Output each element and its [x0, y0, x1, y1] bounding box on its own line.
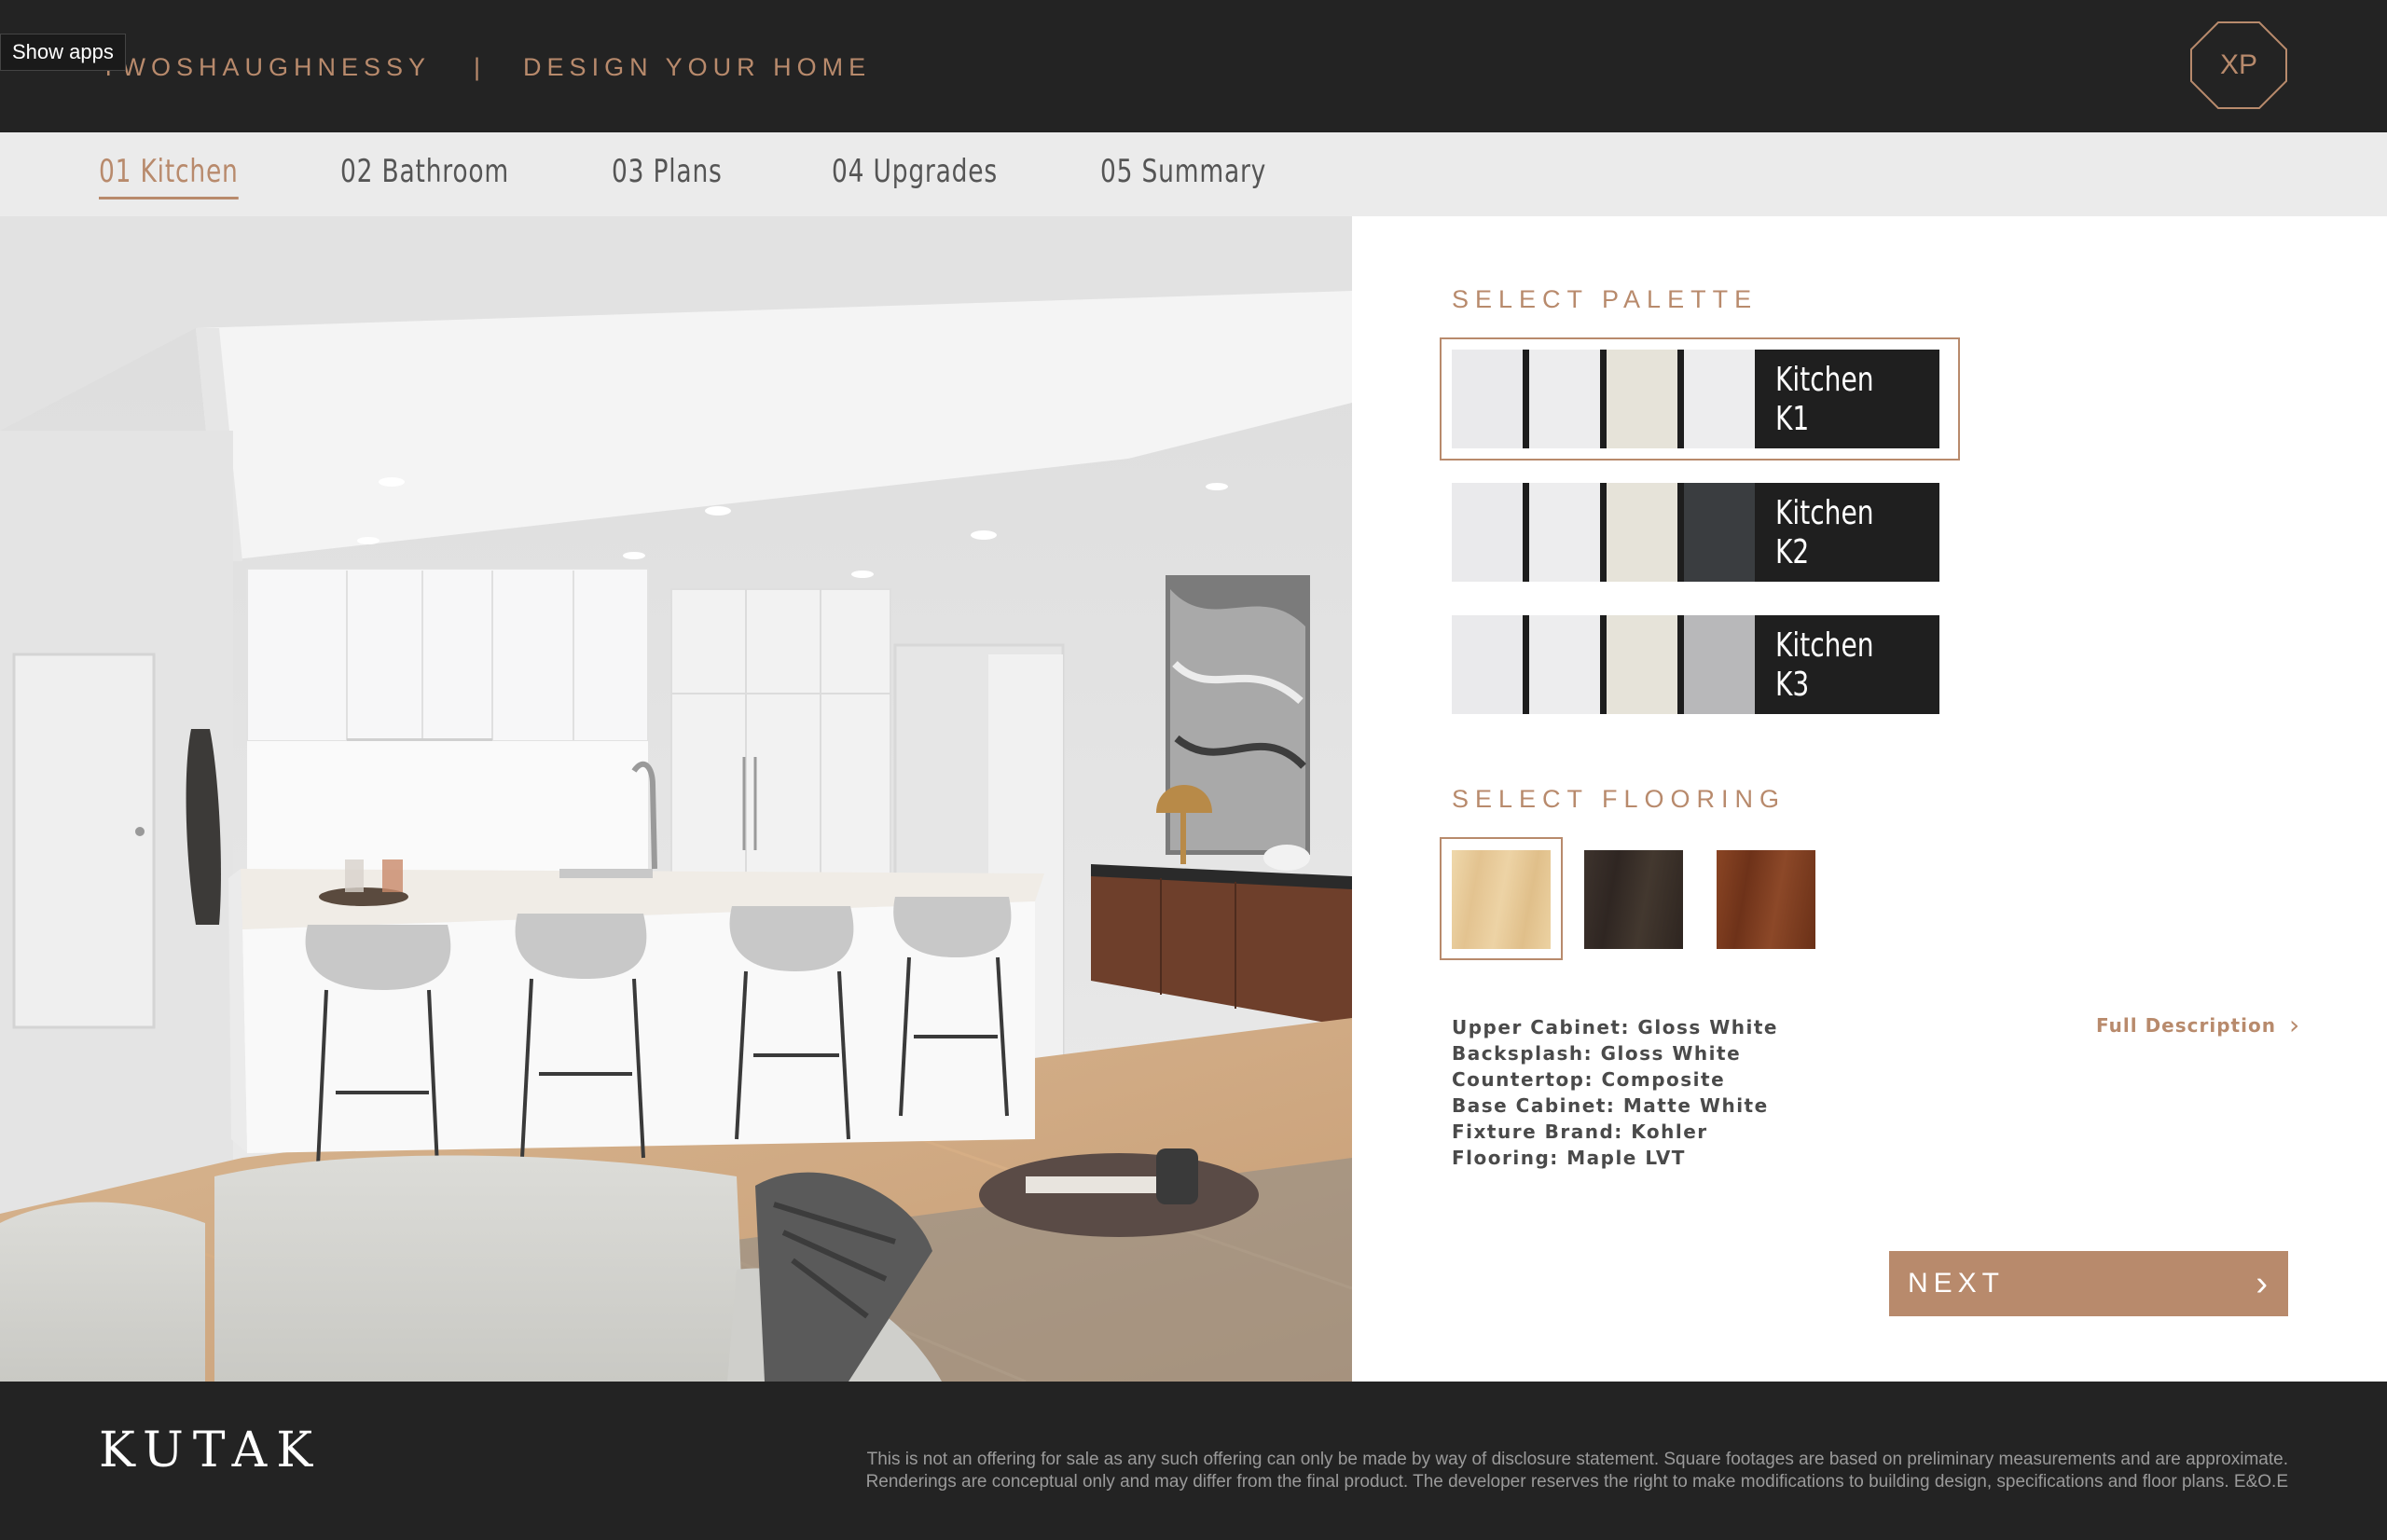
palette-label: Kitchen K3 — [1755, 615, 1939, 714]
palette-code: K3 — [1775, 666, 1810, 704]
palette-swatch — [1529, 350, 1600, 448]
xp-badge-label: XP — [2219, 49, 2258, 80]
swatch-divider — [1677, 483, 1684, 582]
select-flooring-title: SELECT FLOORING — [1452, 785, 1787, 813]
spec-backsplash: Backsplash: Gloss White — [1452, 1042, 1742, 1065]
palette-code: K2 — [1775, 533, 1810, 571]
spec-countertop: Countertop: Composite — [1452, 1068, 1726, 1091]
swatch-divider — [1523, 483, 1529, 582]
palette-swatch — [1452, 615, 1523, 714]
flooring-option-dark-oak[interactable] — [1584, 850, 1683, 949]
top-header: TWOSHAUGHNESSY | DESIGN YOUR HOME Show a… — [0, 0, 2387, 132]
tab-plans[interactable]: 03 Plans — [612, 153, 723, 199]
swatch-divider — [1677, 350, 1684, 448]
swatch-divider — [1677, 615, 1684, 714]
flooring-option-walnut[interactable] — [1717, 850, 1815, 949]
palette-swatch — [1684, 615, 1755, 714]
palette-swatch — [1684, 483, 1755, 582]
tab-summary[interactable]: 05 Summary — [1100, 153, 1266, 199]
options-panel: SELECT PALETTE Kitchen K1 Kitchen K2 Kit… — [1352, 216, 2387, 1382]
palette-swatch — [1607, 483, 1677, 582]
chevron-right-icon: › — [2288, 1010, 2301, 1040]
select-palette-title: SELECT PALETTE — [1452, 285, 1759, 313]
page-subtitle: DESIGN YOUR HOME — [523, 52, 872, 81]
brand-separator: | — [474, 52, 481, 81]
tab-kitchen[interactable]: 01 Kitchen — [99, 153, 239, 199]
tab-upgrades[interactable]: 04 Upgrades — [832, 153, 998, 199]
palette-option-k2[interactable]: Kitchen K2 — [1452, 483, 1948, 582]
swatch-divider — [1600, 615, 1607, 714]
full-description-link[interactable]: Full Description › — [2096, 1010, 2301, 1040]
palette-swatch — [1607, 615, 1677, 714]
kitchen-rendering-image — [0, 216, 1352, 1382]
palette-option-k1[interactable]: Kitchen K1 — [1452, 350, 1948, 448]
swatch-divider — [1600, 483, 1607, 582]
disclaimer-line-2: Renderings are conceptual only and may d… — [865, 1472, 2288, 1492]
xp-badge[interactable]: XP — [2187, 19, 2290, 112]
palette-name: Kitchen — [1775, 494, 1874, 532]
show-apps-tooltip[interactable]: Show apps — [0, 34, 126, 71]
palette-name: Kitchen — [1775, 626, 1874, 665]
palette-code: K1 — [1775, 400, 1810, 438]
palette-swatch — [1452, 350, 1523, 448]
palette-swatch — [1529, 615, 1600, 714]
full-description-label: Full Description — [2096, 1014, 2276, 1037]
palette-option-k3[interactable]: Kitchen K3 — [1452, 615, 1948, 714]
spec-fixture-brand: Fixture Brand: Kohler — [1452, 1121, 1708, 1143]
swatch-divider — [1523, 350, 1529, 448]
swatch-divider — [1523, 615, 1529, 714]
palette-swatch — [1529, 483, 1600, 582]
spec-base-cabinet: Base Cabinet: Matte White — [1452, 1094, 1769, 1117]
step-navigation: 01 Kitchen 02 Bathroom 03 Plans 04 Upgra… — [0, 132, 2387, 216]
chevron-right-icon: › — [2256, 1263, 2268, 1303]
kitchen-rendering — [0, 216, 1352, 1382]
next-button-label: NEXT — [1908, 1268, 2006, 1299]
palette-name: Kitchen — [1775, 361, 1874, 399]
swatch-divider — [1600, 350, 1607, 448]
next-button[interactable]: NEXT › — [1889, 1251, 2288, 1316]
palette-swatch — [1607, 350, 1677, 448]
legal-disclaimer: This is not an offering for sale as any … — [703, 1449, 2288, 1493]
flooring-option-maple[interactable] — [1452, 850, 1551, 949]
tab-bathroom[interactable]: 02 Bathroom — [340, 153, 509, 199]
disclaimer-line-1: This is not an offering for sale as any … — [866, 1450, 2288, 1469]
spec-list: Upper Cabinet: Gloss White Backsplash: G… — [1452, 1014, 1778, 1171]
spec-flooring: Flooring: Maple LVT — [1452, 1147, 1686, 1169]
spec-upper-cabinet: Upper Cabinet: Gloss White — [1452, 1016, 1778, 1038]
brand-bar: TWOSHAUGHNESSY | DESIGN YOUR HOME — [101, 50, 871, 84]
palette-label: Kitchen K1 — [1755, 350, 1939, 448]
brand-name[interactable]: TWOSHAUGHNESSY — [101, 53, 431, 82]
palette-swatch — [1684, 350, 1755, 448]
palette-swatch — [1452, 483, 1523, 582]
palette-label: Kitchen K2 — [1755, 483, 1939, 582]
kutak-logo[interactable]: KUTAK — [99, 1423, 322, 1478]
footer: KUTAK This is not an offering for sale a… — [0, 1382, 2387, 1540]
